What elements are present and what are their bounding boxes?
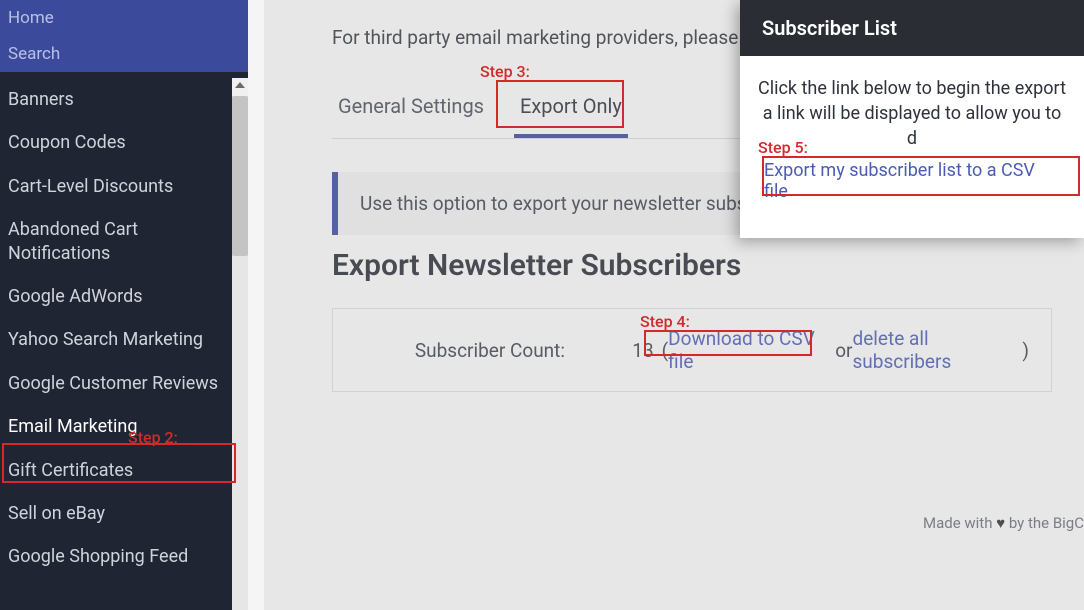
footer-text-2: by the BigC (1005, 514, 1084, 532)
export-csv-link[interactable]: Export my subscriber list to a CSV file (758, 152, 1066, 210)
sidebar-item-banners[interactable]: Banners (0, 78, 248, 121)
sidebar-item-cart-level-discounts[interactable]: Cart-Level Discounts (0, 165, 248, 208)
tab-export-only[interactable]: Export Only (514, 86, 628, 138)
annotation-step3-label: Step 3: (480, 62, 530, 81)
sidebar-item-google-customer-reviews[interactable]: Google Customer Reviews (0, 362, 248, 405)
subscriber-count-value: 13 (595, 339, 662, 362)
nav-home[interactable]: Home (0, 0, 248, 36)
sidebar-item-google-adwords[interactable]: Google AdWords (0, 275, 248, 318)
heart-icon: ♥ (996, 514, 1005, 532)
scrollbar-thumb[interactable] (232, 96, 248, 256)
sidebar-item-email-marketing[interactable]: Email Marketing (0, 405, 248, 448)
tab-general-settings[interactable]: General Settings (332, 86, 490, 138)
sidebar-item-gift-certificates[interactable]: Gift Certificates (0, 449, 248, 492)
footer: Made with ♥ by the BigC (923, 514, 1084, 532)
chevron-up-icon (235, 82, 245, 88)
nav-search[interactable]: Search (0, 36, 248, 72)
sidebar-item-google-shopping-feed[interactable]: Google Shopping Feed (0, 535, 248, 578)
subscriber-count-label: Subscriber Count: (355, 339, 595, 362)
sidebar-scrollbar[interactable] (232, 78, 248, 610)
or-text: or (835, 339, 852, 362)
sidebar: Home Search Banners Coupon Codes Cart-Le… (0, 0, 248, 610)
panel-title: Subscriber List (740, 0, 1084, 56)
download-csv-link[interactable]: Download to CSV file (668, 327, 835, 373)
sidebar-item-abandoned-cart[interactable]: Abandoned Cart Notifications (0, 208, 248, 275)
annotation-step4-label: Step 4: (640, 312, 690, 331)
sidebar-item-coupon-codes[interactable]: Coupon Codes (0, 121, 248, 164)
delete-all-subscribers-link[interactable]: delete all subscribers (853, 327, 1023, 373)
footer-text: Made with (923, 514, 996, 532)
scrollbar-up-button[interactable] (232, 78, 248, 96)
sidebar-menu: Banners Coupon Codes Cart-Level Discount… (0, 72, 248, 579)
sidebar-top: Home Search (0, 0, 248, 72)
sidebar-item-yahoo-search-marketing[interactable]: Yahoo Search Marketing (0, 318, 248, 361)
sidebar-item-sell-on-ebay[interactable]: Sell on eBay (0, 492, 248, 535)
annotation-step5-label: Step 5: (758, 138, 808, 157)
provider-note: For third party email marketing provider… (332, 26, 767, 49)
paren-close: ) (1022, 339, 1029, 362)
export-row: Subscriber Count: 13 ( Download to CSV f… (332, 308, 1052, 392)
annotation-step2-label: Step 2: (128, 428, 178, 447)
subscriber-list-panel: Subscriber List Click the link below to … (740, 0, 1084, 238)
section-title: Export Newsletter Subscribers (332, 248, 741, 283)
